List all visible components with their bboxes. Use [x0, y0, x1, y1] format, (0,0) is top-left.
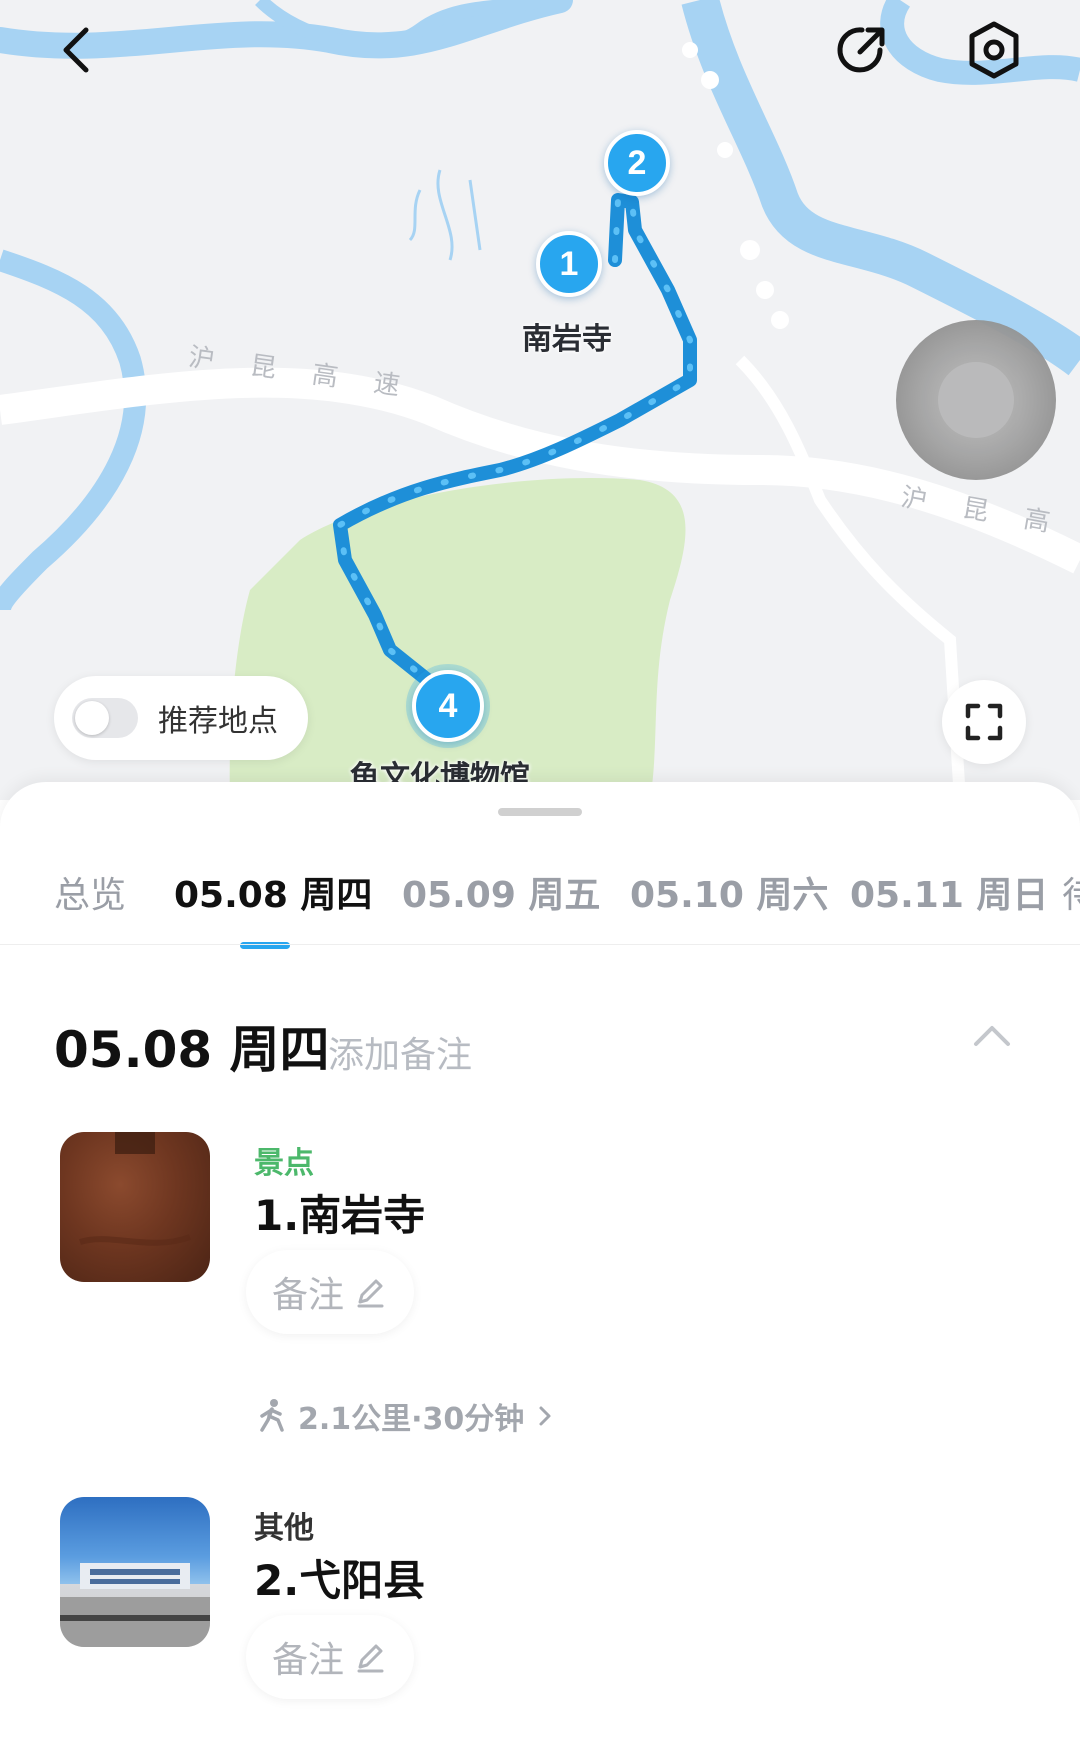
toggle-knob: [75, 701, 109, 735]
back-button[interactable]: [40, 14, 112, 86]
poi-name[interactable]: 1.南岩寺: [254, 1182, 425, 1243]
temple-photo: [79, 1132, 192, 1246]
route-segment-link[interactable]: 2.1公里·30分钟: [256, 1394, 552, 1438]
chevron-left-icon: [63, 27, 89, 73]
poi-name[interactable]: 2.弋阳县: [254, 1547, 425, 1608]
settings-icon: [969, 21, 1019, 79]
poi-item[interactable]: 其他 2.弋阳县 备注: [60, 1497, 1020, 1707]
tab-divider: [0, 944, 1080, 945]
poi-thumbnail[interactable]: [60, 1132, 210, 1282]
poi-category: 其他: [254, 1511, 314, 1546]
day-header: 05.08 周四 添加备注: [54, 1010, 1034, 1080]
share-button[interactable]: [826, 14, 898, 86]
fullscreen-button[interactable]: [942, 680, 1026, 764]
settings-button[interactable]: [958, 14, 1030, 86]
location-joystick[interactable]: [896, 320, 1056, 480]
share-icon: [837, 27, 885, 73]
poi-thumbnail[interactable]: [60, 1497, 210, 1647]
joystick-knob[interactable]: [938, 362, 1014, 438]
map-view[interactable]: 沪 昆 高 速 沪 昆 高 速 2 1 南岩寺 4 龟文化博物馆 推荐地点: [0, 0, 1080, 800]
toggle-switch[interactable]: [72, 698, 138, 738]
sheet-drag-handle[interactable]: [498, 808, 582, 816]
poi-item[interactable]: 景点 1.南岩寺 备注: [60, 1132, 1020, 1342]
fullscreen-icon: [965, 703, 1003, 741]
poi-note-button[interactable]: 备注: [246, 1615, 414, 1699]
day-title: 05.08 周四: [54, 1021, 330, 1079]
recommended-places-toggle[interactable]: 推荐地点: [54, 676, 308, 760]
route-distance-time: 2.1公里·30分钟: [298, 1402, 525, 1437]
itinerary-sheet[interactable]: 总览 05.08 周四 05.09 周五 05.10 周六 05.11 周日 待…: [0, 782, 1080, 1738]
tab-day-0511[interactable]: 05.11 周日: [850, 866, 1048, 918]
poi-category: 景点: [254, 1146, 314, 1181]
route-marker-4[interactable]: 4: [412, 670, 484, 742]
edit-pencil-icon: [357, 1279, 384, 1308]
poi-note-button[interactable]: 备注: [246, 1250, 414, 1334]
walking-icon: [260, 1399, 284, 1432]
tab-day-0508[interactable]: 05.08 周四: [174, 866, 372, 918]
marker-label: 南岩寺: [522, 322, 612, 357]
chevron-up-icon: [974, 1026, 1010, 1046]
county-photo: [60, 1563, 210, 1647]
edit-pencil-icon: [357, 1644, 384, 1673]
route-marker-2[interactable]: 2: [604, 130, 670, 196]
toggle-label: 推荐地点: [158, 704, 278, 739]
note-label: 备注: [272, 1640, 345, 1681]
note-label: 备注: [272, 1275, 345, 1316]
route-marker-1[interactable]: 1: [536, 231, 602, 297]
tab-day-0510[interactable]: 05.10 周六: [630, 866, 828, 918]
tab-overview[interactable]: 总览: [54, 866, 126, 918]
tab-pending[interactable]: 待: [1062, 866, 1080, 918]
chevron-right-icon: [539, 1406, 551, 1426]
add-note-link[interactable]: 添加备注: [328, 1026, 472, 1078]
tab-day-0509[interactable]: 05.09 周五: [402, 866, 600, 918]
day-tabs: 总览 05.08 周四 05.09 周五 05.10 周六 05.11 周日 待: [0, 848, 1080, 928]
collapse-button[interactable]: [964, 1016, 1020, 1056]
